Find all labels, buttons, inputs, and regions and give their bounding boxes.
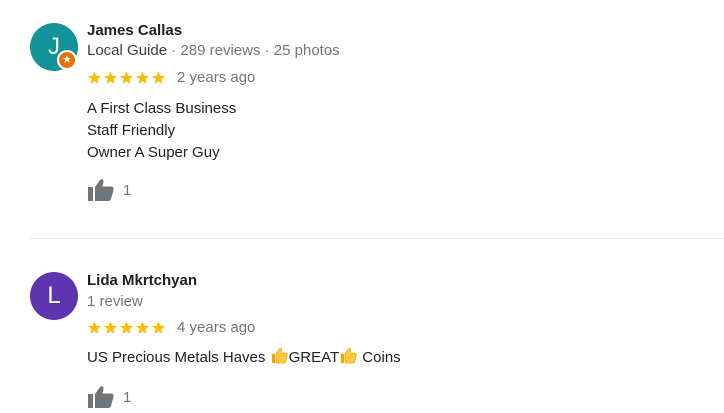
review-text-part: GREAT bbox=[288, 349, 340, 366]
reviewer-meta: Local Guide · 289 reviews · 25 photos bbox=[87, 42, 340, 59]
rating-row: 2 years ago bbox=[87, 69, 255, 86]
thumbs-up-icon bbox=[88, 386, 114, 408]
review-text-line: A First Class Business bbox=[87, 100, 237, 117]
thumbs-up-emoji-icon bbox=[340, 347, 357, 364]
meta-separator: · bbox=[171, 42, 177, 59]
like-button[interactable]: 1 bbox=[87, 178, 131, 202]
avatar[interactable]: L bbox=[30, 272, 78, 320]
local-guide-badge-icon bbox=[57, 50, 77, 70]
thumbs-up-emoji-icon bbox=[271, 347, 288, 364]
star-icon bbox=[103, 71, 118, 84]
like-count: 1 bbox=[123, 181, 132, 199]
star-icon bbox=[135, 321, 150, 334]
local-guide-label: Local Guide bbox=[87, 42, 168, 59]
star-icon bbox=[151, 71, 166, 84]
review-text-line: Owner A Super Guy bbox=[87, 144, 220, 161]
star-rating bbox=[87, 320, 166, 335]
reviews-count: 289 reviews bbox=[180, 42, 261, 59]
star-icon bbox=[87, 71, 102, 84]
reviews-count: 1 review bbox=[87, 293, 143, 310]
review-text: US Precious Metals Haves GREAT Coins bbox=[87, 347, 401, 369]
star-rating bbox=[87, 70, 166, 85]
like-count: 1 bbox=[123, 388, 132, 406]
review-text-part: US Precious Metals Haves bbox=[87, 349, 270, 366]
reviewer-name[interactable]: James Callas bbox=[87, 22, 182, 39]
review-text-part: Coins bbox=[358, 349, 401, 366]
thumbs-up-icon bbox=[88, 179, 114, 201]
reviewer-name[interactable]: Lida Mkrtchyan bbox=[87, 272, 197, 289]
review-text-line: Staff Friendly bbox=[87, 122, 176, 139]
like-button[interactable]: 1 bbox=[87, 385, 131, 409]
star-icon bbox=[151, 321, 166, 334]
review-text: A First Class Business Staff Friendly Ow… bbox=[87, 98, 236, 164]
review-text-line: US Precious Metals Haves GREAT Coins bbox=[87, 347, 401, 369]
star-icon bbox=[103, 321, 118, 334]
reviewer-meta: 1 review bbox=[87, 293, 143, 310]
star-icon bbox=[119, 71, 134, 84]
review-date: 4 years ago bbox=[177, 319, 256, 336]
meta-separator: · bbox=[264, 42, 270, 59]
rating-row: 4 years ago bbox=[87, 319, 255, 336]
review-date: 2 years ago bbox=[177, 69, 256, 86]
photos-count: 25 photos bbox=[273, 42, 340, 59]
star-icon bbox=[87, 321, 102, 334]
review-divider bbox=[30, 238, 724, 239]
star-icon bbox=[119, 321, 134, 334]
star-icon bbox=[135, 71, 150, 84]
